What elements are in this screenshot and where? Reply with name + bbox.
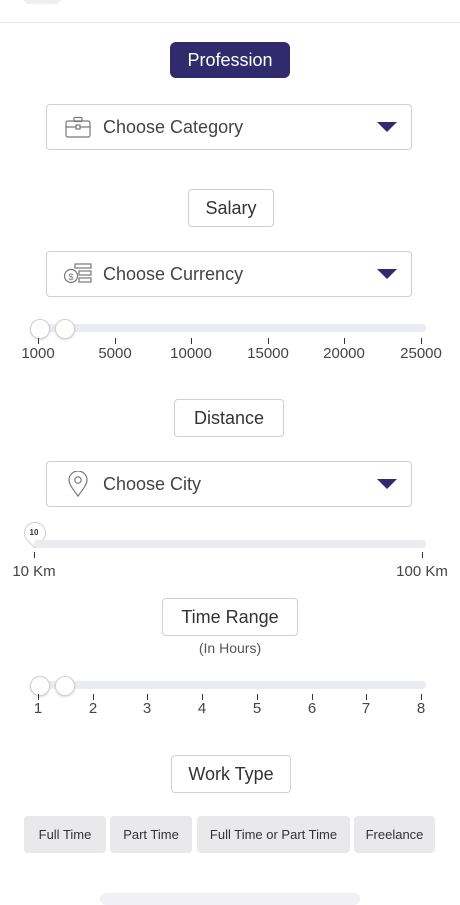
time-tick-label: 5 bbox=[252, 700, 262, 717]
salary-tick bbox=[38, 338, 39, 344]
distance-max-label: 100 Km bbox=[396, 563, 448, 580]
work-type-option[interactable]: Part Time bbox=[110, 816, 192, 853]
time-tick-label: 8 bbox=[416, 700, 426, 717]
bottom-element-partial bbox=[100, 893, 360, 905]
work-type-option[interactable]: Full Time or Part Time bbox=[197, 816, 350, 853]
caret-down-icon bbox=[377, 269, 397, 279]
distance-slider-track[interactable] bbox=[34, 540, 426, 548]
salary-min-handle[interactable] bbox=[30, 319, 50, 339]
briefcase-icon bbox=[63, 112, 93, 142]
top-divider bbox=[0, 22, 460, 23]
time-range-label: Time Range bbox=[162, 598, 298, 636]
top-element-partial bbox=[24, 0, 60, 4]
salary-tick-label: 15000 bbox=[247, 345, 289, 362]
category-select[interactable]: Choose Category bbox=[46, 104, 412, 150]
time-range-sub-label: (In Hours) bbox=[198, 640, 262, 656]
currency-select-label: Choose Currency bbox=[103, 263, 244, 284]
work-type-option[interactable]: Full Time bbox=[24, 816, 106, 853]
time-tick-label: 6 bbox=[307, 700, 317, 717]
time-tick-label: 2 bbox=[88, 700, 98, 717]
distance-max-tick bbox=[422, 552, 423, 558]
work-type-label: Work Type bbox=[171, 755, 291, 793]
time-min-handle[interactable] bbox=[30, 676, 50, 696]
salary-tick-label: 5000 bbox=[98, 345, 132, 362]
salary-tick-label: 1000 bbox=[21, 345, 55, 362]
distance-min-label: 10 Km bbox=[12, 563, 56, 580]
salary-tick-label: 20000 bbox=[323, 345, 365, 362]
category-select-label: Choose Category bbox=[103, 116, 244, 137]
profession-button[interactable]: Profession bbox=[170, 42, 290, 78]
salary-label: Salary bbox=[188, 189, 274, 227]
currency-select[interactable]: $ Choose Currency bbox=[46, 251, 412, 297]
distance-value-badge: 10 bbox=[29, 528, 39, 537]
salary-tick bbox=[191, 338, 192, 344]
svg-text:$: $ bbox=[68, 272, 73, 282]
caret-down-icon bbox=[377, 122, 397, 132]
time-tick-label: 3 bbox=[142, 700, 152, 717]
time-slider-track[interactable] bbox=[34, 681, 426, 689]
salary-tick bbox=[421, 338, 422, 344]
salary-tick bbox=[115, 338, 116, 344]
caret-down-icon bbox=[377, 479, 397, 489]
distance-min-tick bbox=[34, 552, 35, 558]
city-select[interactable]: Choose City bbox=[46, 461, 412, 507]
time-tick-label: 7 bbox=[361, 700, 371, 717]
salary-max-handle[interactable] bbox=[55, 319, 75, 339]
salary-slider-track[interactable] bbox=[34, 324, 426, 332]
time-tick-label: 4 bbox=[197, 700, 207, 717]
city-select-label: Choose City bbox=[103, 473, 202, 494]
salary-tick-label: 25000 bbox=[400, 345, 442, 362]
salary-tick-label: 10000 bbox=[170, 345, 212, 362]
distance-label: Distance bbox=[174, 399, 284, 437]
money-list-icon: $ bbox=[63, 259, 93, 289]
salary-tick bbox=[344, 338, 345, 344]
location-pin-icon bbox=[63, 469, 93, 499]
time-tick-label: 1 bbox=[33, 700, 43, 717]
salary-tick bbox=[268, 338, 269, 344]
work-type-option[interactable]: Freelance bbox=[354, 816, 435, 853]
time-max-handle[interactable] bbox=[55, 676, 75, 696]
